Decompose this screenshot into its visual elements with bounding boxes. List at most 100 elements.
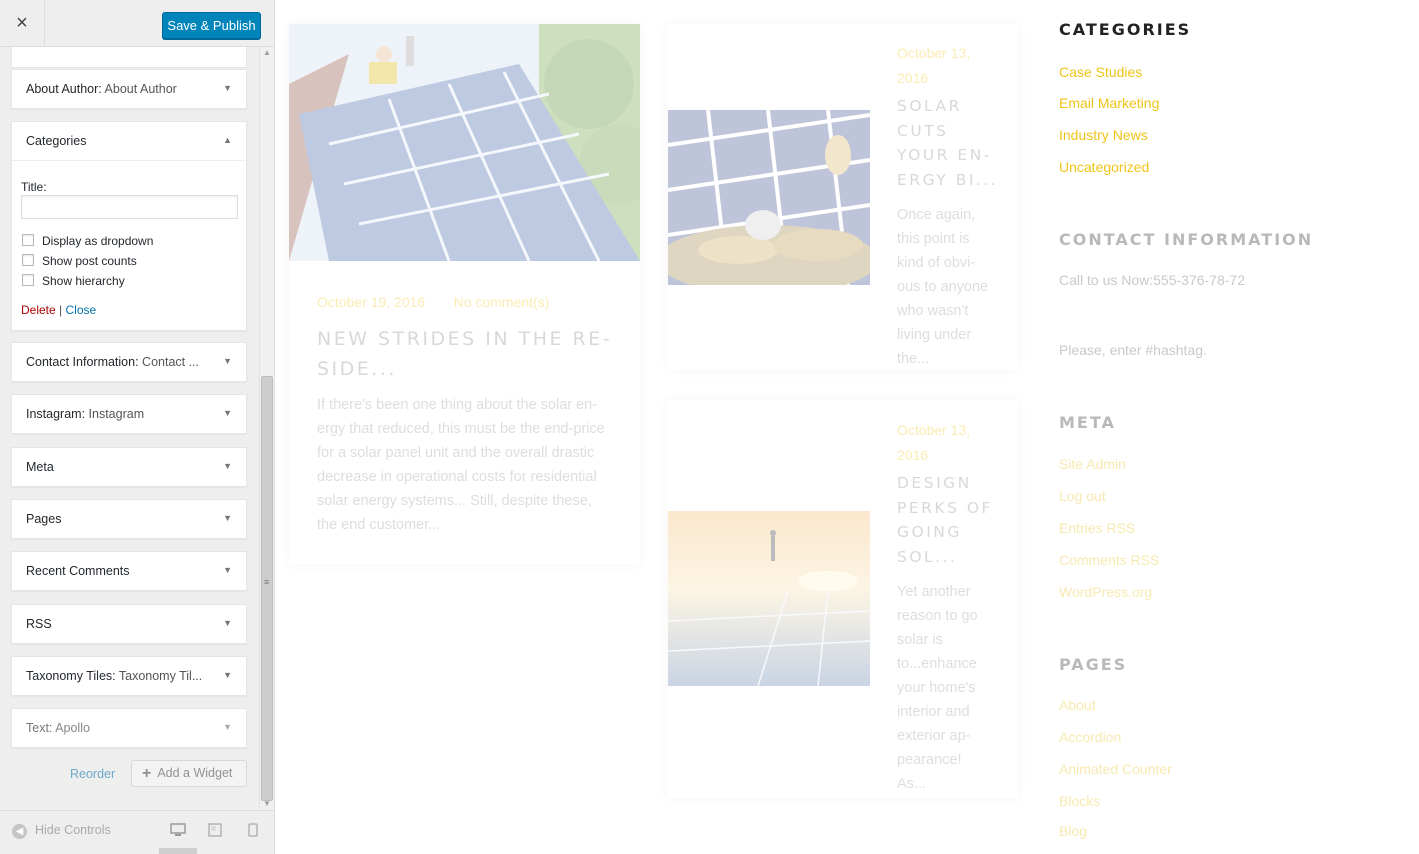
arrow-down-icon[interactable]: ▼ (223, 408, 232, 418)
meta-link[interactable]: Comments RSS (1059, 552, 1159, 568)
excerpt-line: your home's (897, 680, 976, 696)
widget-title: Meta (26, 460, 216, 474)
option-label: Show post counts (42, 254, 137, 268)
widget-title: Pages (26, 512, 216, 526)
excerpt-line: As... (897, 776, 927, 792)
arrow-down-icon[interactable]: ▼ (223, 83, 232, 93)
post-title[interactable]: NEW STRIDES IN THE RE- SIDE... (317, 324, 612, 384)
post-excerpt: Yet another reason to go solar is to...e… (897, 580, 978, 796)
pages-heading: PAGES (1059, 655, 1128, 674)
post-date[interactable]: October 13, 2016 (897, 41, 970, 91)
post-image-panel-coins[interactable] (668, 110, 870, 285)
hide-controls-button[interactable]: ◀ Hide Controls (12, 823, 111, 839)
widget-recent-comments[interactable]: Recent Comments ▼ (11, 551, 247, 591)
meta-link[interactable]: Entries RSS (1059, 520, 1135, 536)
tablet-icon[interactable] (208, 823, 222, 840)
scroll-down-icon[interactable]: ▼ (260, 798, 274, 810)
delete-link[interactable]: Delete (21, 303, 56, 317)
customizer-footer: ◀ Hide Controls (0, 810, 274, 854)
arrow-up-icon[interactable]: ▲ (223, 135, 232, 145)
checkbox[interactable] (22, 254, 34, 266)
meta-heading: META (1059, 413, 1116, 432)
widget-pages[interactable]: Pages ▼ (11, 499, 247, 539)
widget-instagram[interactable]: Instagram: Instagram ▼ (11, 394, 247, 434)
date-line: October 13, (897, 422, 971, 438)
close-icon[interactable]: × (0, 0, 45, 47)
arrow-down-icon[interactable]: ▼ (223, 461, 232, 471)
widget-taxonomy-tiles[interactable]: Taxonomy Tiles: Taxonomy Til... ▼ (11, 656, 247, 696)
option-hierarchy[interactable]: Show hierarchy (22, 274, 125, 288)
scrollbar-thumb[interactable]: ≡ (261, 376, 273, 801)
widget-text[interactable]: Text: Apollo ▼ (11, 708, 247, 748)
post-title[interactable]: DESIGN PERKS OF GOING SOL... (897, 471, 993, 570)
widget-subtitle: Instagram (85, 407, 145, 421)
post-excerpt: Once again, this point is kind of obvi- … (897, 203, 988, 371)
category-link[interactable]: Case Studies (1059, 64, 1142, 80)
separator: | (55, 303, 66, 317)
checkbox[interactable] (22, 274, 34, 286)
arrow-down-icon[interactable]: ▼ (223, 513, 232, 523)
widget-name: About Author: (26, 82, 102, 96)
widget-rss[interactable]: RSS ▼ (11, 604, 247, 644)
desktop-icon[interactable] (170, 823, 186, 840)
excerpt-line: exterior ap- (897, 728, 971, 744)
excerpt-line: this point is (897, 231, 970, 247)
widget-title: Categories (26, 134, 216, 148)
category-link[interactable]: Email Marketing (1059, 95, 1159, 111)
page-link[interactable]: About (1059, 697, 1096, 713)
post-image-solar-roof[interactable] (289, 24, 640, 261)
scrollbar[interactable]: ▲ ≡ ▼ (259, 47, 274, 810)
arrow-down-icon[interactable]: ▼ (223, 670, 232, 680)
meta-link[interactable]: WordPress.org (1059, 584, 1152, 600)
widget-meta[interactable]: Meta ▼ (11, 447, 247, 487)
post-title-line: DESIGN (897, 474, 972, 492)
widget-subtitle: About Author (101, 82, 177, 96)
page-link[interactable]: Accordion (1059, 729, 1121, 745)
option-dropdown[interactable]: Display as dropdown (22, 234, 153, 248)
meta-link[interactable]: Site Admin (1059, 456, 1126, 472)
excerpt-line: interior and (897, 704, 970, 720)
meta-link[interactable]: Log out (1059, 488, 1106, 504)
mobile-icon[interactable] (248, 823, 258, 840)
excerpt-line: who wasn't (897, 303, 969, 319)
post-image-sunset[interactable] (668, 511, 870, 686)
widget-name: Categories (26, 134, 87, 148)
post-title[interactable]: SOLAR CUTS YOUR EN- ERGY BI... (897, 94, 998, 193)
widget-partial (11, 47, 247, 68)
arrow-down-icon[interactable]: ▼ (223, 356, 232, 366)
post-title-line: GOING (897, 523, 962, 542)
option-post-counts[interactable]: Show post counts (22, 254, 137, 268)
widget-title: About Author: About Author (26, 82, 216, 96)
close-link[interactable]: Close (65, 303, 96, 317)
grip-icon: ≡ (264, 577, 270, 587)
widget-name: Pages (26, 512, 62, 526)
arrow-down-icon[interactable]: ▼ (223, 565, 232, 575)
page-link[interactable]: Animated Counter (1059, 761, 1172, 777)
widget-title: Taxonomy Tiles: Taxonomy Til... (26, 669, 216, 683)
widget-title: Text: Apollo (26, 721, 216, 735)
post-date[interactable]: October 19, 2016 (317, 294, 425, 310)
excerpt-line: pearance! (897, 752, 962, 768)
reorder-link[interactable]: Reorder (70, 767, 115, 781)
save-publish-button[interactable]: Save & Publish (162, 12, 261, 39)
post-title-line: CUTS (897, 121, 949, 140)
widget-contact-information[interactable]: Contact Information: Contact ... ▼ (11, 342, 247, 382)
widget-about-author[interactable]: About Author: About Author ▼ (11, 69, 247, 109)
page-link[interactable]: Blog (1059, 823, 1087, 839)
category-link[interactable]: Industry News (1059, 127, 1148, 143)
post-date[interactable]: October 13, 2016 (897, 418, 970, 468)
arrow-down-icon[interactable]: ▼ (223, 722, 232, 732)
category-link[interactable]: Uncategorized (1059, 159, 1149, 175)
arrow-down-icon[interactable]: ▼ (223, 618, 232, 628)
title-input[interactable] (21, 195, 238, 219)
page-link[interactable]: Blocks (1059, 793, 1100, 809)
site-preview: October 19, 2016 No comment(s) NEW STRID… (275, 0, 1419, 854)
checkbox[interactable] (22, 234, 34, 246)
scroll-up-icon[interactable]: ▲ (260, 47, 274, 59)
date-line: 2016 (897, 70, 929, 86)
excerpt-line: solar energy systems... Still, despite t… (317, 493, 592, 509)
post-meta: October 19, 2016 No comment(s) (317, 294, 549, 312)
widget-form: Title: Display as dropdown Show post cou… (12, 160, 246, 330)
post-comments[interactable]: No comment(s) (454, 294, 550, 310)
add-widget-button[interactable]: + Add a Widget (131, 760, 247, 787)
